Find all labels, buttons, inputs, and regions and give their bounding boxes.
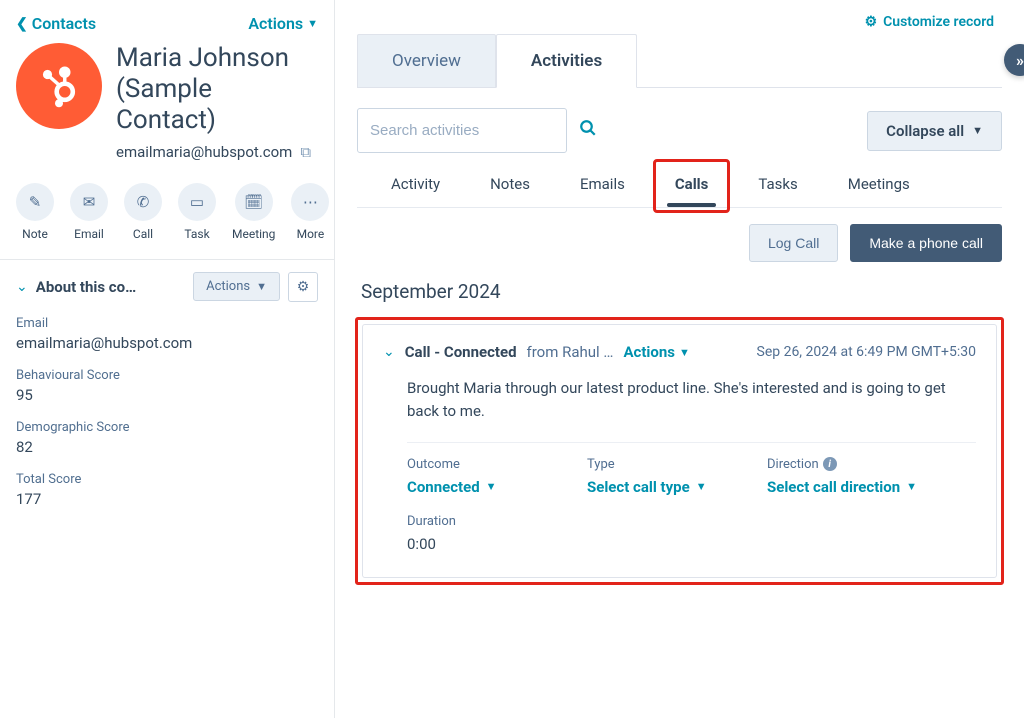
search-activities-box[interactable] (357, 108, 567, 153)
contact-sidebar: ❮ Contacts Actions ▼ (0, 0, 335, 718)
outcome-dropdown[interactable]: Connected ▼ (407, 478, 527, 496)
activity-subtabs: Activity Notes Emails Calls Tasks Meetin… (357, 167, 1002, 208)
hubspot-logo-icon (36, 63, 82, 109)
collapse-all-button[interactable]: Collapse all ▼ (867, 111, 1002, 151)
contact-avatar[interactable] (16, 43, 102, 129)
email-icon: ✉ (70, 183, 108, 221)
calendar-icon: 🗓 (235, 183, 273, 221)
note-icon: ✎ (16, 183, 54, 221)
quick-action-email[interactable]: ✉ Email (70, 183, 108, 241)
field-demographic-score: Demographic Score 82 (16, 420, 318, 456)
gear-icon: ⚙ (865, 14, 878, 30)
subtab-calls[interactable]: Calls (667, 167, 717, 207)
call-activity-card: ⌄ Call - Connected from Rahul … Actions … (362, 324, 997, 578)
field-total-score: Total Score 177 (16, 472, 318, 508)
copy-icon[interactable]: ⧉ (300, 143, 311, 161)
field-email: Email emailmaria@hubspot.com (16, 316, 318, 352)
about-collapse-toggle[interactable]: ⌄ (16, 279, 28, 295)
log-call-button[interactable]: Log Call (749, 224, 838, 262)
annotation-highlight-card: ⌄ Call - Connected from Rahul … Actions … (355, 317, 1004, 585)
subtab-emails[interactable]: Emails (572, 167, 633, 207)
chevron-left-icon: ❮ (16, 16, 28, 32)
card-field-duration: Duration 0:00 (407, 514, 527, 553)
gear-icon: ⚙ (297, 279, 310, 295)
about-settings-button[interactable]: ⚙ (288, 272, 318, 302)
more-icon: ⋯ (291, 183, 329, 221)
chevron-down-icon: ▼ (307, 17, 318, 30)
chevron-down-icon: ▼ (906, 480, 917, 493)
call-type-dropdown[interactable]: Select call type ▼ (587, 478, 707, 496)
card-title: Call - Connected (405, 343, 517, 361)
search-input[interactable] (370, 122, 569, 139)
duration-value: 0:00 (407, 535, 527, 553)
timeline-month-header: September 2024 (335, 274, 1024, 311)
search-icon[interactable] (579, 119, 597, 142)
sidebar-actions-dropdown[interactable]: Actions ▼ (248, 14, 318, 33)
subtab-notes[interactable]: Notes (482, 167, 538, 207)
subtab-activity[interactable]: Activity (383, 167, 448, 207)
contact-email[interactable]: emailmaria@hubspot.com (116, 143, 292, 161)
info-icon[interactable]: i (823, 457, 837, 471)
tab-activities[interactable]: Activities (496, 34, 637, 88)
quick-action-more[interactable]: ⋯ More (291, 183, 329, 241)
call-direction-dropdown[interactable]: Select call direction ▼ (767, 478, 917, 496)
expand-panel-button[interactable]: » (1004, 44, 1024, 76)
chevron-down-icon: ▼ (679, 346, 690, 359)
main-content: ⚙ Customize record » Overview Activities… (335, 0, 1024, 718)
chevron-right-icon: » (1016, 51, 1024, 70)
card-from-text: from Rahul … (527, 343, 614, 361)
back-label: Contacts (32, 14, 96, 33)
divider (407, 442, 976, 443)
chevron-down-icon: ▼ (972, 124, 983, 137)
subtab-meetings[interactable]: Meetings (840, 167, 918, 207)
about-section-title: About this co… (36, 278, 185, 296)
quick-action-call[interactable]: ✆ Call (124, 183, 162, 241)
about-actions-dropdown[interactable]: Actions ▼ (193, 272, 280, 301)
chevron-down-icon: ▼ (486, 480, 497, 493)
card-field-type: Type Select call type ▼ (587, 457, 707, 496)
card-field-outcome: Outcome Connected ▼ (407, 457, 527, 496)
card-body[interactable]: Brought Maria through our latest product… (407, 377, 976, 424)
card-field-direction: Direction i Select call direction ▼ (767, 457, 917, 496)
make-phone-call-button[interactable]: Make a phone call (850, 224, 1002, 262)
card-collapse-toggle[interactable]: ⌄ (383, 344, 395, 360)
phone-icon: ✆ (124, 183, 162, 221)
contact-name: Maria Johnson (Sample Contact) (116, 43, 318, 137)
card-actions-dropdown[interactable]: Actions ▼ (623, 343, 689, 361)
main-tabs: Overview Activities (357, 34, 1002, 88)
quick-action-meeting[interactable]: 🗓 Meeting (232, 183, 275, 241)
customize-record-link[interactable]: ⚙ Customize record (865, 14, 994, 30)
chevron-down-icon: ▼ (696, 480, 707, 493)
back-to-contacts[interactable]: ❮ Contacts (16, 14, 96, 33)
task-icon: ▭ (178, 183, 216, 221)
field-behavioural-score: Behavioural Score 95 (16, 368, 318, 404)
chevron-down-icon: ▼ (256, 280, 267, 293)
quick-action-task[interactable]: ▭ Task (178, 183, 216, 241)
sidebar-actions-label: Actions (248, 14, 303, 33)
quick-action-note[interactable]: ✎ Note (16, 183, 54, 241)
subtab-tasks[interactable]: Tasks (750, 167, 805, 207)
tab-overview[interactable]: Overview (357, 34, 496, 87)
card-timestamp: Sep 26, 2024 at 6:49 PM GMT+5:30 (757, 344, 977, 360)
